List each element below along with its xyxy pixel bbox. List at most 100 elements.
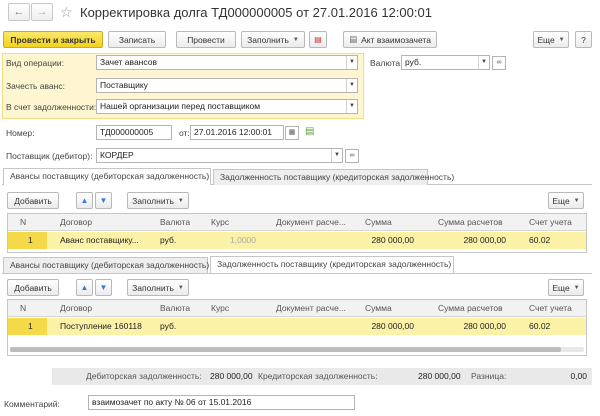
move-down-button-1[interactable]: ▼ — [95, 192, 112, 209]
col-currency[interactable]: Валюта — [160, 300, 190, 317]
calendar-icon[interactable]: ▦ — [285, 126, 299, 140]
status-icon: ▤ — [305, 126, 315, 137]
advances-table[interactable]: N Договор Валюта Курс Документ расче... … — [7, 213, 587, 253]
col-contract[interactable]: Договор — [60, 300, 92, 317]
col-contract[interactable]: Договор — [60, 214, 92, 231]
chevron-down-icon: ▼ — [292, 36, 299, 43]
cell-rate: 1,0000 — [230, 235, 256, 245]
tab-debts-1-label: Задолженность поставщику (кредиторская з… — [220, 172, 455, 182]
chevron-down-icon: ▼ — [177, 284, 184, 291]
col-rate[interactable]: Курс — [211, 300, 229, 317]
fill-button-1[interactable]: Заполнить ▼ — [127, 192, 189, 209]
tab-advances-2-label: Авансы поставщику (дебиторская задолженн… — [10, 260, 210, 270]
col-account[interactable]: Счет учета — [529, 214, 572, 231]
more-label-2: Еще — [552, 282, 570, 293]
scrollbar-thumb[interactable] — [10, 347, 562, 352]
save-button[interactable]: Записать — [108, 31, 166, 48]
col-sum-calc[interactable]: Сумма расчетов — [438, 214, 503, 231]
currency-field[interactable]: руб. ▼ — [401, 55, 490, 70]
add-button-2[interactable]: Добавить — [7, 279, 59, 296]
tab-advances-1[interactable]: Авансы поставщику (дебиторская задолженн… — [3, 168, 211, 185]
fill-button-2[interactable]: Заполнить ▼ — [127, 279, 189, 296]
currency-value: руб. — [405, 57, 422, 67]
move-down-button-2[interactable]: ▼ — [95, 279, 112, 296]
open-icon[interactable]: ∞ — [345, 149, 359, 163]
help-icon: ? — [581, 34, 586, 45]
col-document[interactable]: Документ расче... — [276, 300, 346, 317]
tab-debts-2[interactable]: Задолженность поставщику (кредиторская з… — [210, 256, 454, 273]
comment-field[interactable]: взаимозачет по акту № 06 от 15.01.2016 — [88, 395, 355, 410]
operation-type-value: Зачет авансов — [100, 57, 157, 67]
cell-sum-calc: 280 000,00 — [463, 235, 506, 245]
star-icon[interactable]: ☆ — [60, 3, 73, 21]
move-up-button-1[interactable]: ▲ — [76, 192, 93, 209]
chevron-down-icon[interactable]: ▼ — [346, 100, 357, 113]
save-label: Записать — [118, 34, 156, 45]
chevron-down-icon[interactable]: ▼ — [331, 149, 342, 162]
chevron-down-icon[interactable]: ▼ — [346, 79, 357, 92]
print-icon: ▤ — [314, 35, 322, 44]
fill-label-1: Заполнить — [132, 195, 174, 206]
post-and-close-label: Провести и закрыть — [10, 34, 96, 45]
col-document[interactable]: Документ расче... — [276, 214, 346, 231]
against-debt-field[interactable]: Нашей организации перед поставщиком ▼ — [96, 99, 358, 114]
col-rate[interactable]: Курс — [211, 214, 229, 231]
more-button-2[interactable]: Еще ▼ — [548, 279, 584, 296]
tab-advances-2[interactable]: Авансы поставщику (дебиторская задолженн… — [3, 257, 210, 273]
date-field[interactable]: 27.01.2016 12:00:01 — [190, 125, 284, 140]
forward-button[interactable]: → — [31, 3, 53, 21]
debts-table[interactable]: N Договор Валюта Курс Документ расче... … — [7, 299, 587, 356]
offset-advance-label: Зачесть аванс: — [6, 81, 65, 91]
col-sum[interactable]: Сумма — [365, 214, 392, 231]
offset-act-button[interactable]: ▤ Акт взаимозачета — [343, 31, 437, 48]
table-row[interactable]: 1 Аванс поставщику... руб. 1,0000 280 00… — [8, 232, 586, 249]
arrow-down-icon: ▼ — [99, 283, 108, 292]
fill-dropdown-button[interactable]: Заполнить ▼ — [241, 31, 305, 48]
chevron-down-icon: ▼ — [558, 36, 565, 43]
offset-act-label: Акт взаимозачета — [361, 34, 431, 45]
col-n[interactable]: N — [20, 214, 26, 231]
operation-type-field[interactable]: Зачет авансов ▼ — [96, 55, 358, 70]
more-button-1[interactable]: Еще ▼ — [548, 192, 584, 209]
tabs-divider-mid — [2, 273, 592, 274]
offset-advance-value: Поставщику — [100, 80, 148, 90]
more-button[interactable]: Еще ▼ — [533, 31, 569, 48]
chevron-down-icon[interactable]: ▼ — [346, 56, 357, 69]
tab-debts-1[interactable]: Задолженность поставщику (кредиторская з… — [213, 169, 454, 185]
supplier-field[interactable]: КОРДЕР ▼ — [96, 148, 343, 163]
col-n[interactable]: N — [20, 300, 26, 317]
more-label-1: Еще — [552, 195, 570, 206]
post-button[interactable]: Провести — [176, 31, 236, 48]
add-label-1: Добавить — [14, 195, 52, 206]
table-row[interactable]: 1 Поступление 160118 руб. 280 000,00 280… — [8, 318, 586, 335]
offset-advance-field[interactable]: Поставщику ▼ — [96, 78, 358, 93]
against-debt-label: В счет задолженности: — [6, 102, 97, 112]
col-account[interactable]: Счет учета — [529, 300, 572, 317]
post-and-close-button[interactable]: Провести и закрыть — [3, 31, 103, 48]
col-currency[interactable]: Валюта — [160, 214, 190, 231]
window-title: Корректировка долга ТД000000005 от 27.01… — [80, 5, 432, 20]
move-up-button-2[interactable]: ▲ — [76, 279, 93, 296]
col-sum[interactable]: Сумма — [365, 300, 392, 317]
chevron-down-icon[interactable]: ▼ — [478, 56, 489, 69]
arrow-up-icon: ▲ — [80, 196, 89, 205]
table-header: N Договор Валюта Курс Документ расче... … — [8, 214, 586, 231]
help-button[interactable]: ? — [575, 31, 592, 48]
credit-total-value: 280 000,00 — [418, 371, 461, 381]
debit-total-value: 280 000,00 — [210, 371, 253, 381]
link-icon[interactable]: ∞ — [492, 56, 506, 70]
comment-label: Комментарий: — [4, 399, 60, 409]
arrow-up-icon: ▲ — [80, 283, 89, 292]
add-button-1[interactable]: Добавить — [7, 192, 59, 209]
document-icon: ▤ — [349, 34, 358, 44]
print-icon-button[interactable]: ▤ — [309, 31, 327, 48]
comment-value: взаимозачет по акту № 06 от 15.01.2016 — [92, 397, 252, 407]
against-debt-value: Нашей организации перед поставщиком — [100, 101, 261, 111]
number-field[interactable]: ТД000000005 — [96, 125, 172, 140]
number-value: ТД000000005 — [100, 127, 154, 137]
tab-debts-2-label: Задолженность поставщику (кредиторская з… — [217, 259, 452, 269]
add-label-2: Добавить — [14, 282, 52, 293]
back-button[interactable]: ← — [8, 3, 30, 21]
col-sum-calc[interactable]: Сумма расчетов — [438, 300, 503, 317]
horizontal-scrollbar[interactable] — [10, 347, 584, 352]
